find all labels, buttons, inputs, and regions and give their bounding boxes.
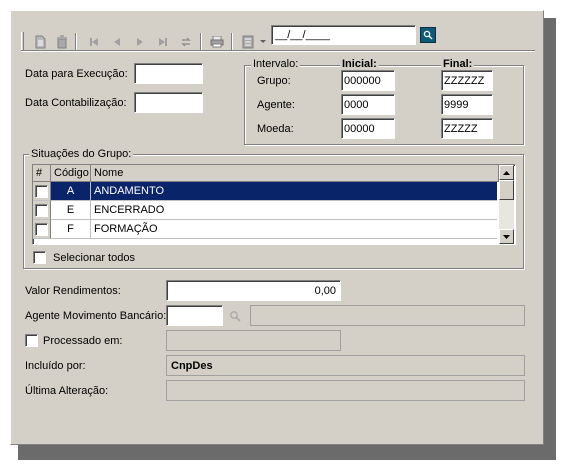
- scroll-up-button[interactable]: [499, 165, 514, 180]
- valor-rendimentos-label: Valor Rendimentos:: [25, 285, 121, 297]
- agente-final-value: 9999: [444, 99, 469, 111]
- moeda-final-input[interactable]: ZZZZZ: [441, 118, 493, 139]
- codigo-cell: F: [51, 220, 91, 239]
- grupo-inicial-input[interactable]: 000000: [341, 70, 395, 91]
- toolbar-separator: [231, 33, 233, 51]
- final-header: Final:: [441, 58, 475, 70]
- previous-record-button[interactable]: [108, 33, 125, 50]
- grid-scrollbar[interactable]: [499, 165, 514, 244]
- agente-inicial-input[interactable]: 0000: [341, 94, 395, 115]
- nome-cell: FORMAÇÃO: [91, 220, 497, 239]
- row-check-cell[interactable]: [33, 220, 51, 239]
- processado-date-field: [166, 330, 341, 351]
- form-window: __/__/____ Data para Execução: Data Cont…: [10, 10, 544, 445]
- valor-rendimentos-value: 0,00: [314, 285, 336, 297]
- trash-icon: [56, 34, 67, 48]
- moeda-label: Moeda:: [257, 123, 294, 135]
- agente-final-input[interactable]: 9999: [441, 94, 493, 115]
- data-execucao-label: Data para Execução:: [25, 68, 128, 80]
- processado-checkbox[interactable]: [25, 334, 38, 347]
- column-header-codigo[interactable]: Código: [51, 165, 91, 182]
- scroll-down-button[interactable]: [499, 229, 514, 244]
- data-contabilizacao-input[interactable]: [134, 92, 203, 113]
- codigo-cell: A: [51, 182, 91, 201]
- agente-movimento-input[interactable]: [166, 305, 223, 326]
- last-icon: [158, 37, 167, 46]
- ultima-alteracao-field: [166, 380, 525, 401]
- table-row[interactable]: A ANDAMENTO: [33, 182, 497, 201]
- first-record-button[interactable]: [85, 33, 102, 50]
- situacoes-grid[interactable]: # Código Nome A ANDAMENTO E ENCERRADO F …: [32, 164, 516, 245]
- date-filter-value: __/__/____: [275, 29, 331, 41]
- date-filter-field[interactable]: __/__/____: [271, 25, 416, 45]
- incluido-por-field: CnpDes: [166, 355, 525, 376]
- table-row[interactable]: F FORMAÇÃO: [33, 220, 497, 239]
- row-checkbox[interactable]: [35, 185, 48, 198]
- processado-label[interactable]: Processado em:: [43, 334, 122, 348]
- grupo-inicial-value: 000000: [344, 75, 381, 87]
- inicial-header: Inicial:: [340, 58, 379, 70]
- incluido-por-value: CnpDes: [171, 360, 213, 372]
- toolbar-separator: [75, 33, 77, 51]
- list-options-button[interactable]: [239, 33, 256, 50]
- magnifier-icon: [230, 311, 241, 322]
- last-record-button[interactable]: [154, 33, 171, 50]
- row-checkbox[interactable]: [35, 223, 48, 236]
- column-header-nome[interactable]: Nome: [91, 165, 499, 182]
- intervalo-legend: Intervalo:: [251, 58, 301, 70]
- incluido-por-label: Incluído por:: [25, 360, 86, 372]
- agente-label: Agente:: [257, 99, 295, 111]
- scroll-thumb[interactable]: [499, 180, 514, 200]
- column-header-check[interactable]: #: [33, 165, 51, 182]
- printer-icon: [210, 35, 223, 47]
- nome-cell: ENCERRADO: [91, 201, 497, 220]
- refresh-button[interactable]: [177, 33, 194, 50]
- agente-movimento-label: Agente Movimento Bancário:: [25, 310, 167, 322]
- dropdown-arrow-icon[interactable]: [260, 40, 266, 43]
- grupo-final-input[interactable]: ZZZZZZ: [441, 70, 493, 91]
- document-icon: [35, 35, 45, 48]
- new-document-button[interactable]: [31, 33, 48, 50]
- agente-movimento-description: [250, 305, 525, 326]
- print-button[interactable]: [208, 33, 225, 50]
- valor-rendimentos-input[interactable]: 0,00: [166, 280, 341, 301]
- moeda-final-value: ZZZZZ: [444, 123, 478, 135]
- grupo-final-value: ZZZZZZ: [444, 75, 485, 87]
- next-icon: [136, 37, 143, 46]
- select-all-label[interactable]: Selecionar todos: [53, 251, 135, 265]
- toolbar-divider: [21, 50, 535, 52]
- table-row[interactable]: E ENCERRADO: [33, 201, 497, 220]
- first-icon: [89, 37, 98, 46]
- arrow-down-icon: [503, 234, 510, 239]
- situacoes-legend: Situações do Grupo:: [29, 148, 134, 160]
- next-record-button[interactable]: [131, 33, 148, 50]
- row-check-cell[interactable]: [33, 182, 51, 201]
- agente-lookup-button[interactable]: [226, 307, 244, 325]
- moeda-inicial-input[interactable]: 00000: [341, 118, 395, 139]
- ultima-alteracao-label: Última Alteração:: [25, 385, 109, 397]
- row-check-cell[interactable]: [33, 201, 51, 220]
- list-icon: [242, 35, 253, 48]
- refresh-icon: [180, 36, 191, 47]
- previous-icon: [113, 37, 120, 46]
- search-button[interactable]: [420, 27, 436, 43]
- toolbar-separator: [200, 33, 202, 51]
- delete-button[interactable]: [53, 33, 70, 50]
- moeda-inicial-value: 00000: [344, 123, 375, 135]
- grupo-label: Grupo:: [257, 75, 291, 87]
- data-contabilizacao-label: Data Contabilização:: [25, 97, 127, 109]
- select-all-checkbox[interactable]: [33, 251, 46, 264]
- arrow-up-icon: [503, 170, 510, 175]
- codigo-cell: E: [51, 201, 91, 220]
- nome-cell: ANDAMENTO: [91, 182, 497, 201]
- row-checkbox[interactable]: [35, 204, 48, 217]
- toolbar-grip: [21, 32, 24, 52]
- agente-inicial-value: 0000: [344, 99, 369, 111]
- magnifier-icon: [423, 30, 433, 40]
- data-execucao-input[interactable]: [134, 63, 203, 84]
